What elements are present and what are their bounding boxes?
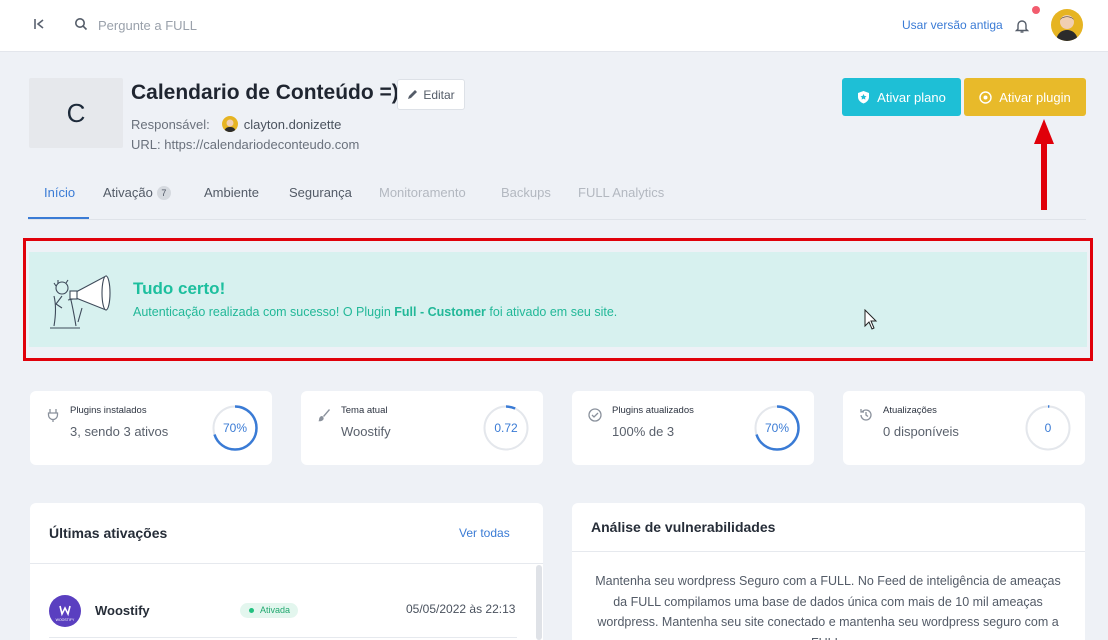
edit-button[interactable]: Editar [397, 79, 465, 110]
tab-label: Ativação [103, 185, 153, 200]
shield-icon [858, 91, 870, 104]
row-divider [49, 637, 517, 638]
tab-label: Backups [501, 185, 551, 200]
site-logo: C [29, 78, 123, 148]
bell-icon[interactable] [1012, 16, 1032, 36]
progress-gauge-text: 70% [223, 421, 247, 435]
stat-label: Atualizações [883, 405, 937, 416]
activate-plan-label: Ativar plano [877, 89, 946, 105]
brush-icon [318, 409, 330, 422]
tab-label: Início [44, 185, 76, 200]
stat-card-current-theme: Tema atual Woostify 0.72 [301, 391, 543, 465]
activate-plan-button[interactable]: Ativar plano [842, 78, 961, 116]
responsible-avatar [221, 116, 238, 132]
notification-dot [1032, 6, 1040, 14]
tab-full-analytics[interactable]: FULL Analytics [578, 185, 664, 200]
activation-date: 05/05/2022 às 22:13 [406, 602, 516, 616]
plug-icon [47, 409, 59, 422]
vulnerability-title: Análise de vulnerabilidades [591, 519, 776, 535]
activate-plugin-label: Ativar plugin [999, 89, 1071, 105]
divider [572, 551, 1085, 552]
progress-gauge: 0.72 [483, 405, 529, 451]
stat-value: 100% de 3 [612, 424, 675, 439]
active-tab-indicator [28, 217, 89, 219]
tab-label: FULL Analytics [578, 185, 665, 200]
tab-ambiente[interactable]: Ambiente [204, 185, 259, 200]
stat-value: 3, sendo 3 ativos [70, 424, 169, 439]
plus-circle-icon [979, 90, 992, 104]
stat-card-updates: Atualizações 0 disponíveis 0 [843, 391, 1085, 465]
latest-activations-title: Últimas ativações [49, 525, 168, 541]
tab-label: Monitoramento [379, 185, 466, 200]
stat-card-plugins-installed: Plugins instalados 3, sendo 3 ativos 70% [30, 391, 272, 465]
stat-label: Plugins atualizados [612, 405, 694, 416]
edit-button-label: Editar [423, 87, 455, 102]
svg-text:WOOSTIFY: WOOSTIFY [56, 618, 75, 622]
top-bar: Usar versão antiga [0, 0, 1108, 52]
responsible-row: Responsável: clayton.donizette [131, 116, 341, 132]
stat-card-plugins-updated: Plugins atualizados 100% de 3 70% [572, 391, 814, 465]
pencil-icon [408, 90, 418, 99]
tab-backups[interactable]: Backups [501, 185, 551, 200]
tab-ativacao[interactable]: Ativação 7 [103, 185, 171, 200]
tab-monitoramento[interactable]: Monitoramento [379, 185, 466, 200]
status-badge: Ativada [240, 603, 299, 618]
divider [30, 563, 543, 564]
tab-inicio[interactable]: Início [44, 185, 75, 200]
latest-activations-panel [30, 503, 543, 640]
search-input[interactable] [98, 15, 398, 35]
tab-label: Ambiente [204, 185, 259, 200]
scrollbar[interactable] [536, 565, 542, 640]
stat-value: Woostify [341, 424, 391, 439]
activation-name: Woostify [95, 603, 150, 618]
progress-gauge: 0 [1025, 405, 1071, 451]
responsible-name: clayton.donizette [243, 116, 342, 132]
old-version-link[interactable]: Usar versão antiga [902, 18, 1003, 32]
stat-label: Plugins instalados [70, 405, 147, 416]
stat-label: Tema atual [341, 405, 388, 416]
progress-gauge: 70% [754, 405, 800, 451]
progress-gauge-text: 0 [1045, 421, 1052, 435]
check-circle-icon [588, 408, 602, 422]
tab-seguranca[interactable]: Segurança [289, 185, 352, 200]
tab-count-badge: 7 [156, 186, 171, 200]
history-icon [860, 409, 872, 421]
activate-plugin-button[interactable]: Ativar plugin [964, 78, 1086, 116]
responsible-label: Responsável: [131, 116, 210, 132]
annotation-highlight-box [23, 238, 1093, 361]
user-avatar[interactable] [1051, 9, 1083, 41]
tab-label: Segurança [289, 185, 352, 200]
see-all-link[interactable]: Ver todas [459, 526, 510, 540]
progress-gauge: 70% [212, 405, 258, 451]
collapse-sidebar-icon[interactable] [30, 17, 48, 35]
progress-gauge-text: 0.72 [494, 421, 518, 435]
page-title: Calendario de Conteúdo =) [131, 81, 399, 104]
stat-value: 0 disponíveis [883, 424, 959, 439]
site-url: URL: https://calendariodeconteudo.com [131, 137, 360, 152]
woostify-icon: WOOSTIFY [49, 595, 81, 627]
tab-bar: Início Ativação 7 Ambiente Segurança Moni… [28, 170, 1086, 220]
mouse-cursor-icon [864, 309, 878, 330]
progress-gauge-text: 70% [765, 421, 789, 435]
vulnerability-description: Mantenha seu wordpress Seguro com a FULL… [595, 574, 1061, 640]
search-icon [75, 18, 88, 31]
